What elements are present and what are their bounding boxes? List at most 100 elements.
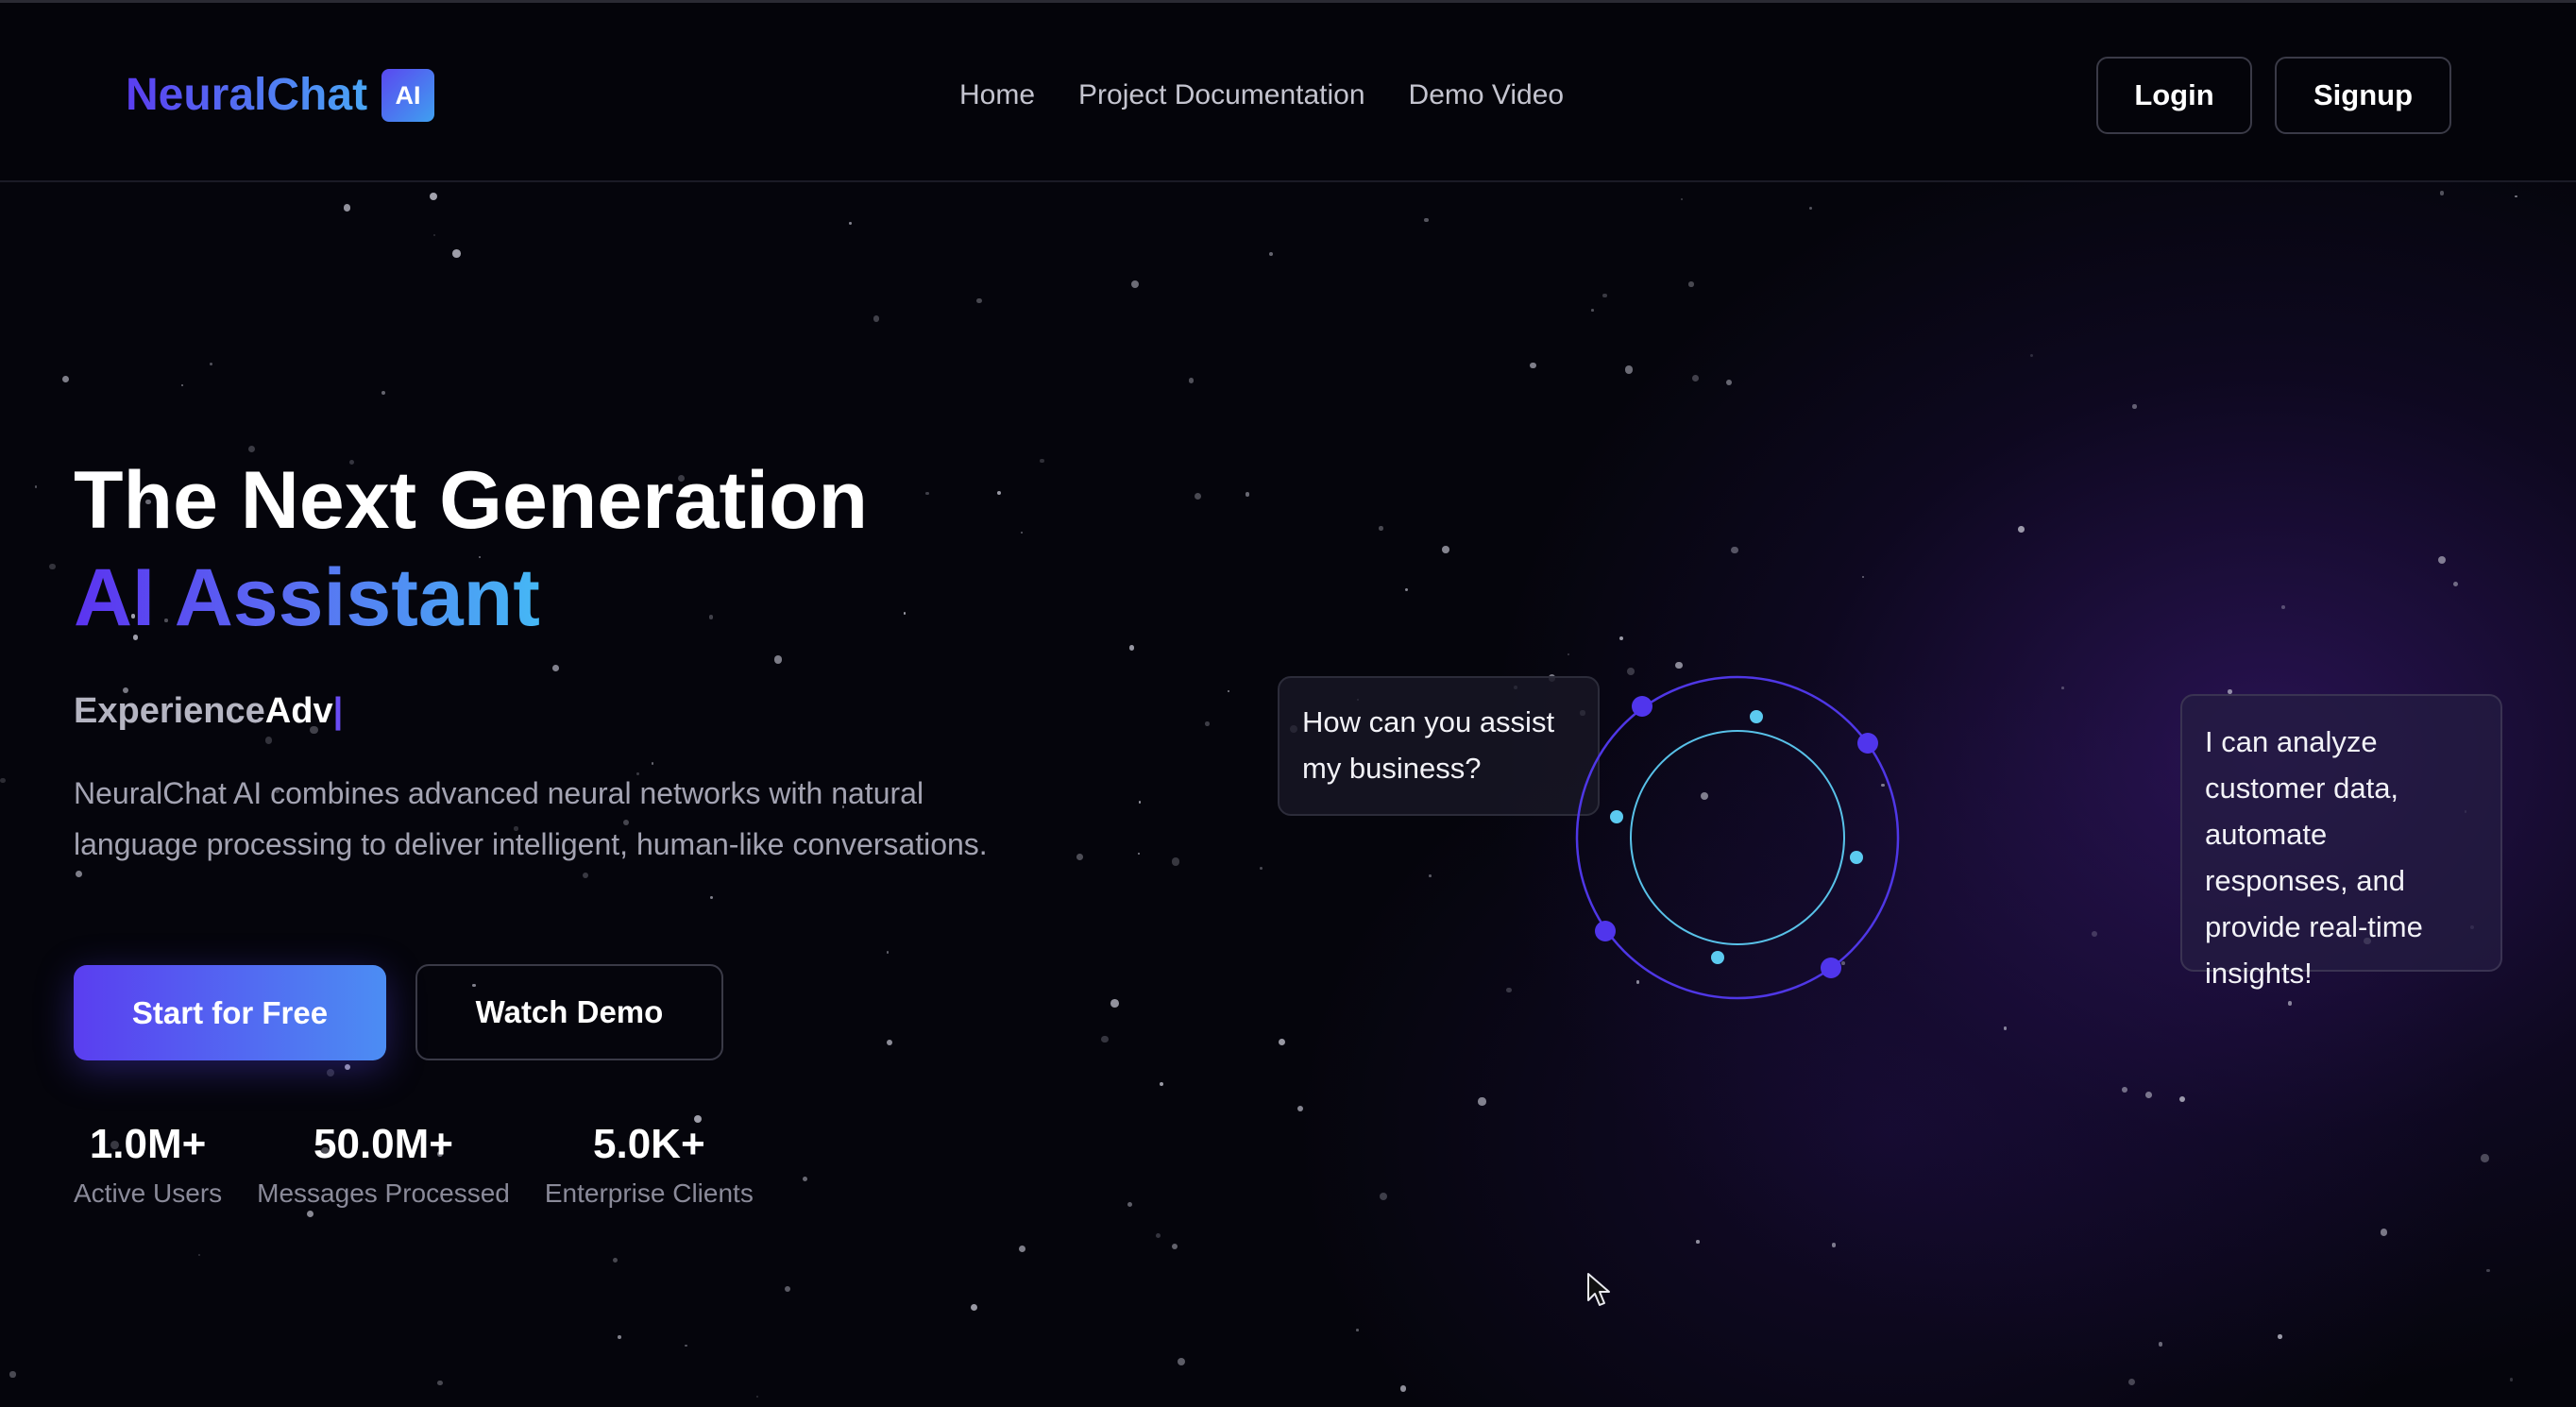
star-dot — [2178, 1096, 2185, 1103]
stat-label: Messages Processed — [257, 1178, 510, 1208]
outer-orbit-ring — [1575, 675, 1900, 1000]
star-dot — [903, 612, 907, 615]
hero-description: NeuralChat AI combines advanced neural n… — [74, 776, 988, 861]
nav-link-demo-video[interactable]: Demo Video — [1409, 76, 1565, 114]
stat-active-users: 1.0M+ Active Users — [74, 1114, 222, 1212]
star-dot — [1138, 853, 1141, 856]
star-dot — [613, 1257, 619, 1263]
star-dot — [49, 563, 56, 569]
star-dot — [1155, 1232, 1161, 1238]
star-dot — [452, 249, 461, 258]
star-dot — [429, 192, 437, 200]
signup-button[interactable]: Signup — [2275, 57, 2451, 134]
nav-link-home[interactable]: Home — [959, 76, 1035, 114]
star-dot — [1624, 365, 1634, 374]
typing-headline: ExperienceAdv| — [74, 689, 343, 733]
star-dot — [2144, 1092, 2152, 1099]
star-dot — [1404, 587, 1409, 591]
brand-logo-text[interactable]: NeuralChat — [126, 69, 367, 122]
star-dot — [1245, 491, 1250, 497]
star-dot — [9, 1371, 16, 1378]
hero-title-line2: AI Assistant — [74, 552, 540, 643]
star-dot — [1076, 854, 1084, 861]
star-dot — [2453, 581, 2459, 586]
star-dot — [1138, 801, 1142, 804]
star-dot — [1172, 1243, 1178, 1249]
star-dot — [2281, 604, 2285, 609]
star-dot — [2486, 1268, 2490, 1273]
star-dot — [709, 896, 713, 900]
star-dot — [2437, 555, 2447, 564]
login-button[interactable]: Login — [2096, 57, 2252, 134]
star-dot — [618, 1335, 621, 1340]
inner-orbit-ring — [1630, 730, 1845, 945]
star-dot — [685, 1345, 687, 1348]
stats-row: 1.0M+ Active Users 50.0M+ Messages Proce… — [74, 1114, 754, 1212]
star-dot — [264, 737, 273, 744]
star-dot — [1506, 987, 1512, 993]
star-dot — [774, 655, 783, 664]
star-dot — [1194, 492, 1201, 500]
nav-link-project-documentation[interactable]: Project Documentation — [1078, 76, 1365, 114]
star-dot — [1127, 1202, 1132, 1208]
star-dot — [1809, 206, 1813, 210]
outer-orbit-dot — [1632, 696, 1652, 717]
inner-orbit-dot — [1850, 851, 1863, 864]
star-dot — [924, 491, 929, 496]
star-dot — [1171, 857, 1180, 866]
star-dot — [2381, 1229, 2388, 1236]
star-dot — [1861, 575, 1864, 578]
star-dot — [2514, 195, 2517, 198]
stat-value: 5.0K+ — [593, 1121, 705, 1167]
brand-logo-badge: AI — [381, 69, 434, 122]
star-dot — [2158, 1341, 2163, 1347]
star-dot — [887, 1039, 893, 1045]
start-for-free-button[interactable]: Start for Free — [74, 965, 386, 1060]
typing-partial: Adv — [264, 691, 333, 731]
star-dot — [755, 1396, 759, 1399]
stat-label: Active Users — [74, 1178, 223, 1208]
star-dot — [2128, 1379, 2136, 1386]
star-dot — [1040, 458, 1045, 464]
user-chat-bubble: How can you assist my business? — [1278, 676, 1600, 816]
stat-label: Enterprise Clients — [544, 1178, 754, 1208]
star-dot — [582, 872, 588, 879]
star-dot — [381, 391, 385, 396]
star-dot — [1379, 1193, 1387, 1201]
star-dot — [1602, 293, 1608, 298]
outer-orbit-dot — [1821, 958, 1841, 978]
star-dot — [1696, 1240, 1700, 1244]
star-dot — [2018, 526, 2025, 533]
star-dot — [1681, 197, 1684, 200]
inner-orbit-dot — [1610, 810, 1623, 823]
ai-orbit-graphic — [1575, 675, 1900, 1000]
star-dot — [651, 761, 654, 765]
star-dot — [2287, 1001, 2293, 1006]
watch-demo-button[interactable]: Watch Demo — [415, 964, 723, 1060]
landing-page: NeuralChat AI Home Project Documentation… — [0, 0, 2576, 1407]
typing-prefix: Experience — [74, 691, 265, 731]
star-dot — [1130, 280, 1140, 289]
star-dot — [1018, 1246, 1025, 1253]
star-dot — [327, 1069, 335, 1077]
star-dot — [2030, 353, 2034, 358]
star-dot — [344, 1063, 350, 1070]
star-dot — [996, 490, 1001, 495]
star-dot — [2121, 1087, 2127, 1093]
star-dot — [784, 1285, 790, 1293]
star-dot — [1618, 636, 1623, 641]
star-dot — [62, 375, 70, 382]
star-dot — [1688, 281, 1694, 287]
star-dot — [0, 777, 6, 783]
star-dot — [2439, 191, 2445, 195]
star-dot — [1379, 526, 1383, 531]
star-dot — [432, 233, 436, 237]
main-nav: Home Project Documentation Demo Video — [959, 76, 1564, 114]
star-dot — [802, 1176, 807, 1181]
star-dot — [1567, 653, 1570, 656]
star-dot — [2061, 687, 2064, 690]
stat-value: 50.0M+ — [314, 1121, 453, 1167]
star-dot — [75, 870, 82, 877]
outer-orbit-dot — [1595, 921, 1616, 941]
star-dot — [1228, 689, 1230, 692]
